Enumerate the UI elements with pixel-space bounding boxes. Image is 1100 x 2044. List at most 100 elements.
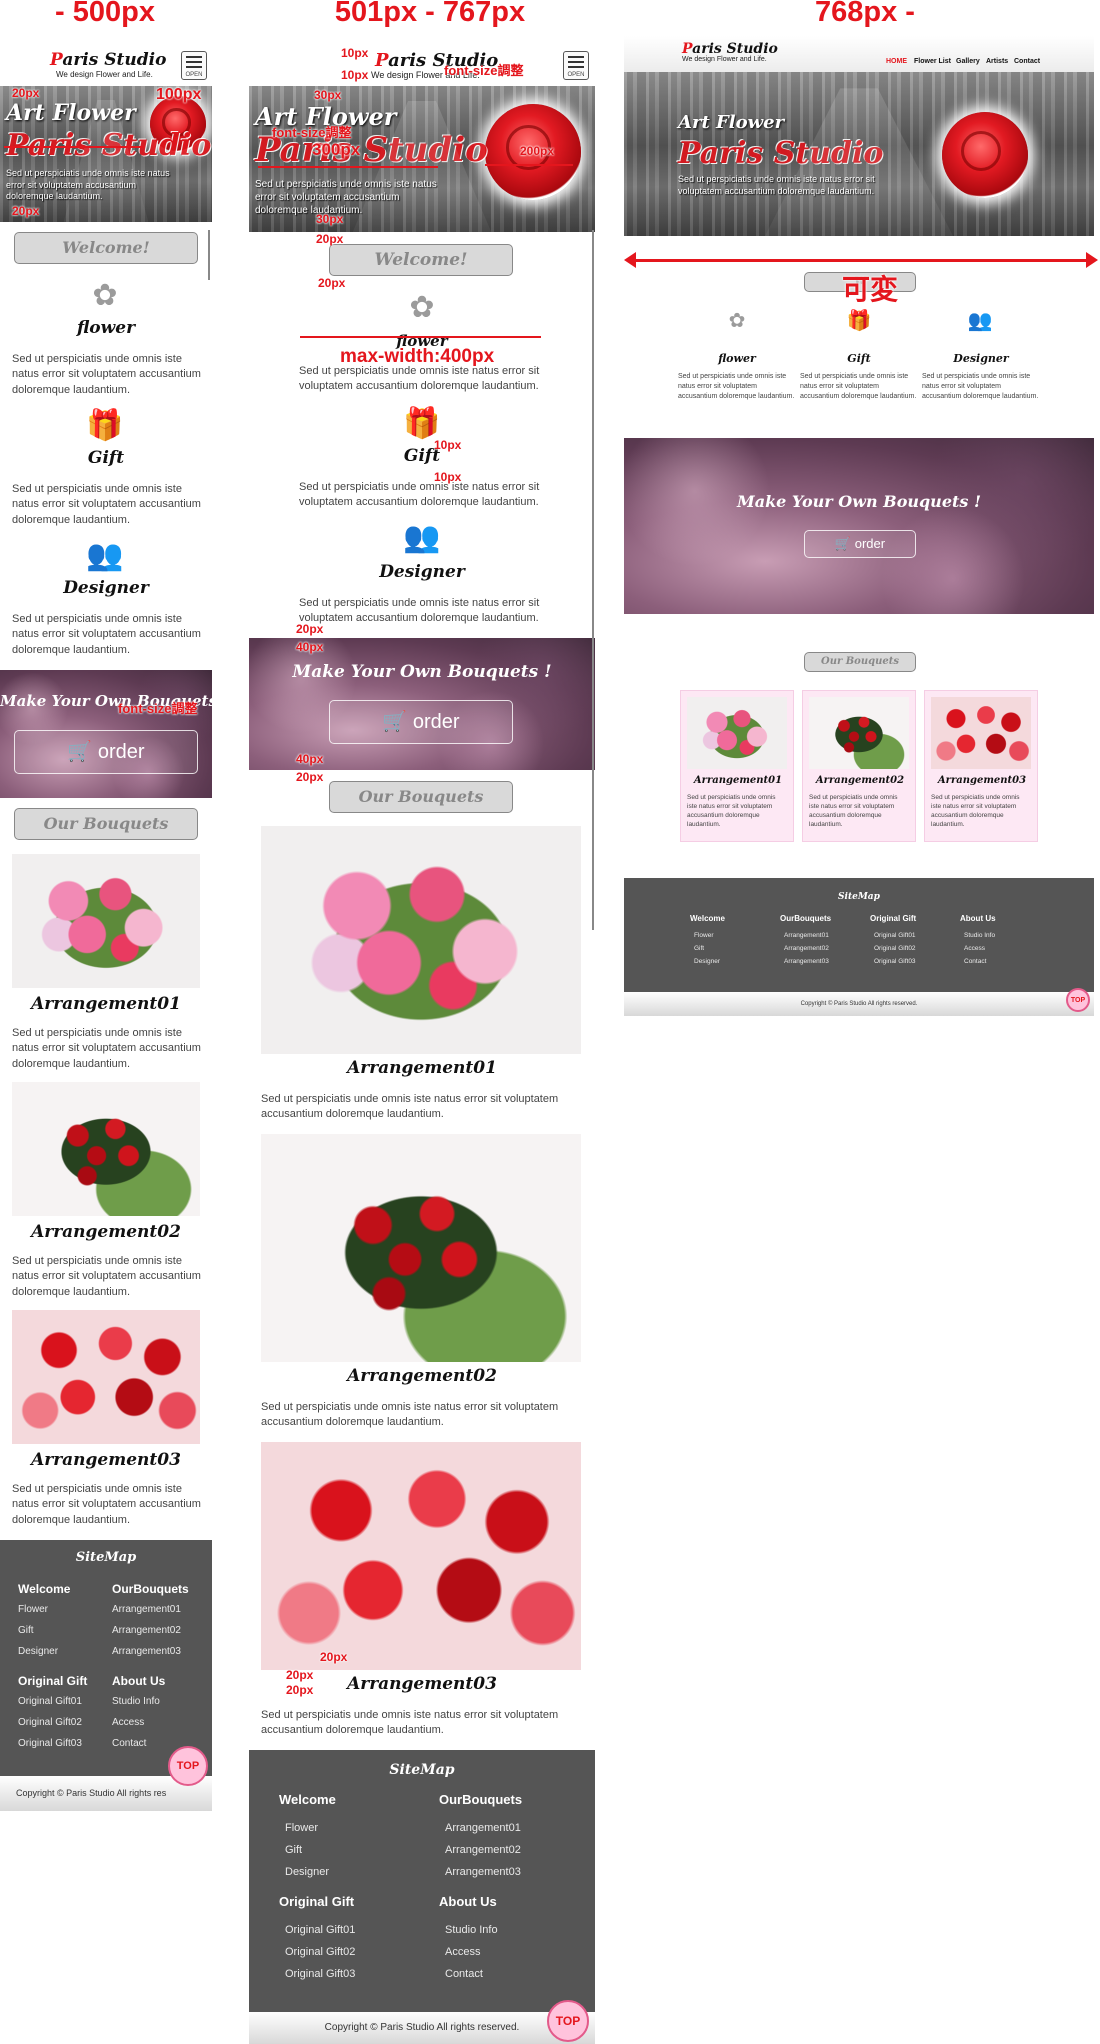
sitemap-title: SiteMap: [75, 1550, 137, 1565]
arrangement03-text: Sed ut perspiciatis unde omnis iste natu…: [261, 1709, 559, 1737]
annotation-300px: 300px: [312, 140, 361, 159]
annotation-30px: 30px: [316, 212, 344, 226]
footer-link[interactable]: Original Gift01: [874, 932, 916, 939]
footer-link[interactable]: Arrangement01: [784, 932, 829, 939]
annotation-variable: 可変: [842, 274, 899, 305]
footer-link[interactable]: Original Gift01: [285, 1924, 355, 1936]
annotation-20px: 20px: [286, 1683, 314, 1697]
arrangement01-title: Arrangement01: [693, 775, 783, 786]
footer-link[interactable]: Original Gift01: [18, 1696, 82, 1707]
footer-link[interactable]: Access: [112, 1717, 144, 1728]
footer-link[interactable]: Original Gift03: [874, 958, 916, 965]
arrangement02-photo[interactable]: [261, 1134, 581, 1362]
order-button[interactable]: 🛒 order: [14, 730, 198, 774]
users-icon: 👥: [86, 539, 124, 572]
footer-link[interactable]: Original Gift03: [285, 1968, 355, 1980]
gift-icon: 🎁: [403, 407, 441, 440]
top-button[interactable]: TOP: [168, 1746, 208, 1786]
arrangement01-title: Arrangement01: [347, 1058, 497, 1078]
footer-link[interactable]: Arrangement03: [445, 1866, 521, 1878]
footer-link[interactable]: Arrangement01: [445, 1822, 521, 1834]
bouquets-heading: Our Bouquets: [14, 808, 198, 840]
arrangement01-text: Sed ut perspiciatis unde omnis iste natu…: [12, 1027, 201, 1070]
footer-link[interactable]: Original Gift03: [18, 1738, 82, 1749]
footer-link[interactable]: Arrangement03: [112, 1646, 181, 1657]
footer-link[interactable]: Contact: [964, 958, 986, 965]
arrangement03-card[interactable]: Arrangement03 Sed ut perspiciatis unde o…: [924, 690, 1038, 842]
footer-link[interactable]: Designer: [694, 958, 720, 965]
footer-link[interactable]: Arrangement03: [784, 958, 829, 965]
nav-artists[interactable]: Artists: [986, 58, 1008, 65]
footer-link[interactable]: Flower: [285, 1822, 318, 1834]
footer-link[interactable]: Original Gift02: [285, 1946, 355, 1958]
arrangement03-photo[interactable]: [12, 1310, 200, 1444]
footer-link[interactable]: Flower: [694, 932, 714, 939]
hero-text: Sed ut perspiciatis unde omnis iste natu…: [6, 168, 170, 202]
footer-link[interactable]: Original Gift02: [18, 1717, 82, 1728]
footer-link[interactable]: Designer: [18, 1646, 58, 1657]
footer-link[interactable]: Flower: [18, 1604, 48, 1615]
annotation-10px: 10px: [434, 438, 462, 452]
feature-title-gift: Gift: [87, 448, 125, 468]
menu-button[interactable]: OPEN: [181, 51, 207, 80]
footer-link[interactable]: Gift: [694, 945, 704, 952]
footer-link[interactable]: Designer: [285, 1866, 329, 1878]
feature-title-designer: Designer: [63, 578, 149, 598]
footer-link[interactable]: Arrangement02: [445, 1844, 521, 1856]
footer-link[interactable]: Studio Info: [445, 1924, 498, 1936]
annotation-20px: 20px: [296, 770, 324, 784]
footer-link[interactable]: Gift: [18, 1625, 34, 1636]
bouquets-heading: Our Bouquets: [804, 652, 916, 672]
arrangement02-card[interactable]: Arrangement02 Sed ut perspiciatis unde o…: [802, 690, 916, 842]
nav-flower-list[interactable]: Flower List: [914, 58, 951, 65]
annotation-line: [300, 336, 541, 338]
arrangement01-photo[interactable]: [12, 854, 200, 988]
arrangement02-photo[interactable]: [12, 1082, 200, 1216]
arrangement01-photo[interactable]: [261, 826, 581, 1054]
annotation-20px: 20px: [320, 1650, 348, 1664]
gift-icon: 🎁: [846, 310, 872, 332]
footer-link[interactable]: Studio Info: [112, 1696, 160, 1707]
arrangement02-photo: [809, 697, 909, 769]
hero-title: Art Flower: [6, 100, 136, 126]
order-button[interactable]: 🛒 order: [804, 530, 916, 558]
cart-icon: 🛒: [382, 711, 408, 733]
footer-link[interactable]: Contact: [112, 1738, 146, 1749]
footer-link[interactable]: Original Gift02: [874, 945, 916, 952]
flower-icon: ✿: [92, 279, 118, 312]
order-button[interactable]: 🛒 order: [329, 700, 513, 744]
footer-link[interactable]: Arrangement02: [112, 1625, 181, 1636]
footer-link[interactable]: Studio Info: [964, 932, 995, 939]
arrangement01-card[interactable]: Arrangement01 Sed ut perspiciatis unde o…: [680, 690, 794, 842]
annotation-line: [485, 164, 573, 166]
footer-link[interactable]: Gift: [285, 1844, 302, 1856]
nav-home[interactable]: HOME: [886, 58, 907, 65]
top-button[interactable]: TOP: [547, 2000, 589, 2042]
nav-contact[interactable]: Contact: [1014, 58, 1040, 65]
menu-button[interactable]: OPEN: [563, 51, 589, 80]
feature-text-designer: Sed ut perspiciatis unde omnis iste natu…: [299, 597, 540, 625]
footer-link[interactable]: Access: [445, 1946, 480, 1958]
brand-logo[interactable]: Paris Studio: [50, 50, 170, 70]
footer-link[interactable]: Arrangement02: [784, 945, 829, 952]
footer-link[interactable]: Contact: [445, 1968, 483, 1980]
heading-tablet: 501px - 767px: [334, 0, 526, 28]
hero-banner: Art Flower Paris Studio Sed ut perspicia…: [249, 86, 595, 232]
hero-subtitle: Paris Studio: [678, 136, 884, 171]
annotation-20px: 20px: [318, 276, 346, 290]
arrangement02-text: Sed ut perspiciatis unde omnis iste natu…: [261, 1401, 559, 1429]
top-button[interactable]: TOP: [1066, 988, 1090, 1012]
nav-gallery[interactable]: Gallery: [956, 58, 980, 65]
footer: SiteMap Welcome Flower Gift Designer Our…: [249, 1750, 595, 2012]
hero-banner: Art Flower Paris Studio Sed ut perspicia…: [624, 72, 1094, 236]
feature-text-flower: Sed ut perspiciatis unde omnis iste natu…: [678, 373, 795, 400]
footer-link[interactable]: Arrangement01: [112, 1604, 181, 1615]
annotation-width-arrow: [630, 259, 1088, 262]
arrangement03-photo: [931, 697, 1031, 769]
footer-welcome-title: Welcome: [690, 914, 725, 923]
footer-link[interactable]: Access: [964, 945, 985, 952]
arrangement03-photo[interactable]: [261, 1442, 581, 1670]
users-icon: 👥: [967, 310, 993, 332]
arrangement01-text: Sed ut perspiciatis unde omnis iste natu…: [687, 794, 776, 829]
heading-mobile: - 500px: [55, 0, 155, 28]
